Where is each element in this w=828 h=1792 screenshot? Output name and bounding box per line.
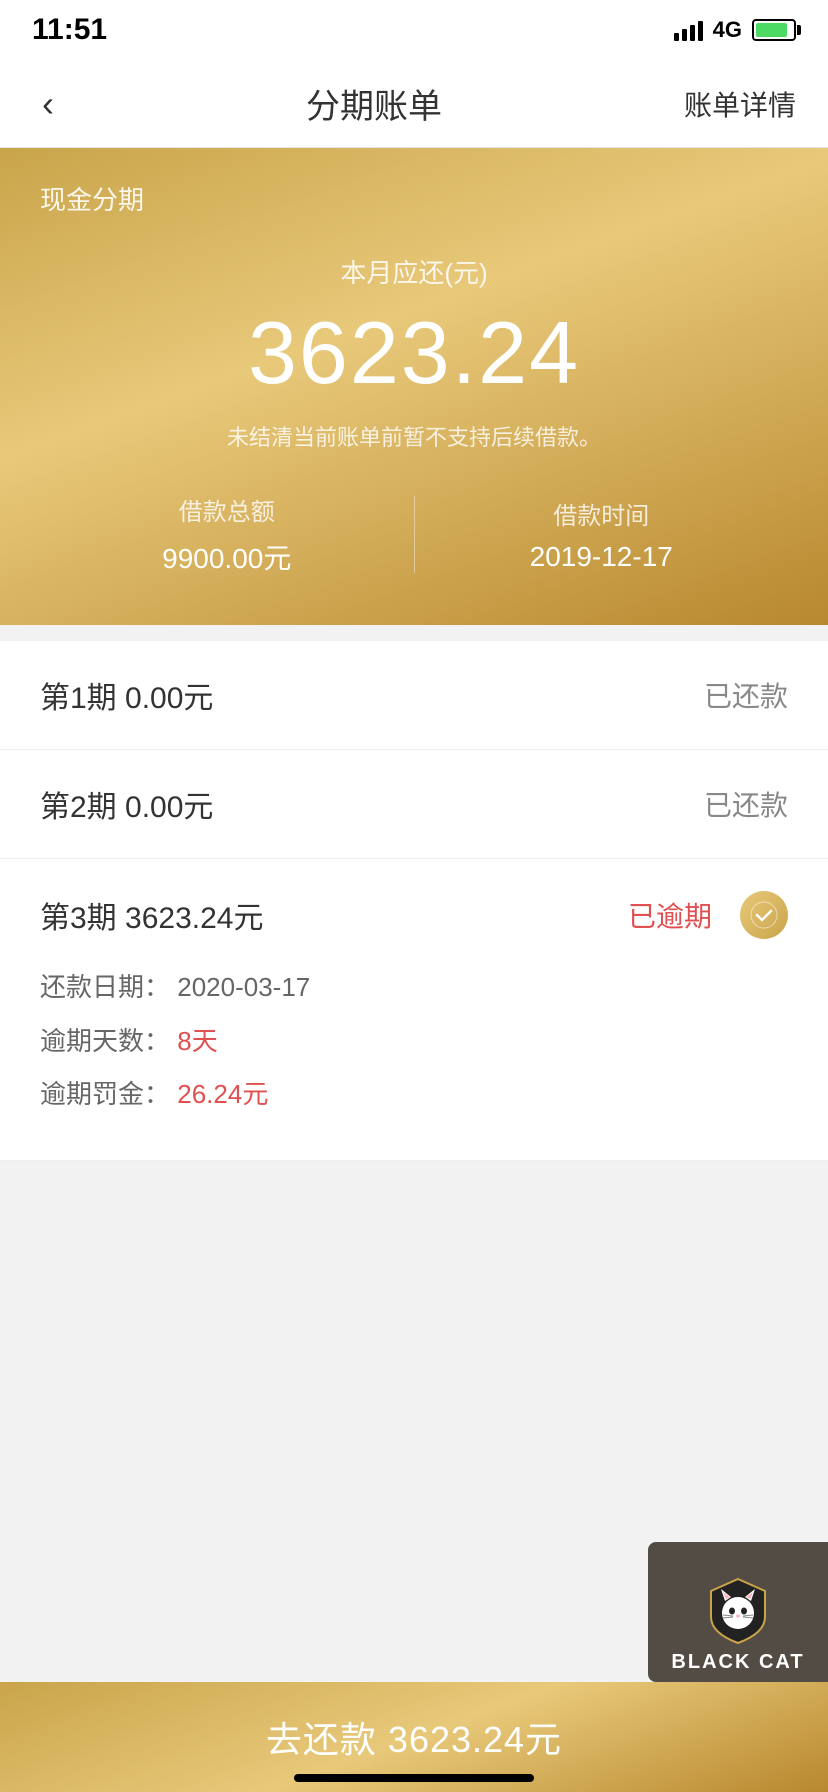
installment-item-1-row: 第1期 0.00元 已还款 (40, 673, 788, 717)
signal-icon (674, 19, 703, 41)
installment-item-3-label: 第3期 3623.24元 (40, 893, 263, 937)
installment-item-1-label: 第1期 0.00元 (40, 673, 213, 717)
hero-loan-date: 借款时间 2019-12-17 (414, 496, 789, 573)
status-icons: 4G (674, 17, 796, 43)
detail-link[interactable]: 账单详情 (684, 84, 796, 124)
repay-date-row: 还款日期： 2020-03-17 (40, 967, 788, 1009)
installment-item-3[interactable]: 第3期 3623.24元 已逾期 还款日期： 2020-03-17 (0, 859, 828, 1161)
black-cat-text: BLACK CAT (671, 1651, 804, 1674)
installment-item-1-status: 已还款 (704, 675, 788, 715)
back-button[interactable]: ‹ (32, 73, 64, 135)
repay-date-label: 还款日期： (40, 972, 170, 1002)
content-area: 现金分期 本月应还(元) 3623.24 未结清当前账单前暂不支持后续借款。 借… (0, 148, 828, 1571)
hero-amount: 3623.24 (40, 302, 788, 404)
installment-item-2-row: 第2期 0.00元 已还款 (40, 782, 788, 826)
hero-loan-total: 借款总额 9900.00元 (40, 492, 414, 577)
page-title: 分期账单 (306, 79, 442, 128)
overdue-days-row: 逾期天数： 8天 (40, 1021, 788, 1063)
hero-notice: 未结清当前账单前暂不支持后续借款。 (40, 420, 788, 452)
battery-icon (752, 19, 796, 41)
network-label: 4G (713, 17, 742, 43)
hero-info-row: 借款总额 9900.00元 借款时间 2019-12-17 (40, 492, 788, 577)
installment-item-2-label: 第2期 0.00元 (40, 782, 213, 826)
installment-item-3-row: 第3期 3623.24元 已逾期 (40, 891, 788, 939)
black-cat-icon (703, 1575, 773, 1645)
repay-date-value: 2020-03-17 (177, 972, 310, 1002)
status-time: 11:51 (32, 13, 107, 47)
installment-item-3-status: 已逾期 (628, 895, 712, 935)
overdue-fine-label: 逾期罚金： (40, 1079, 170, 1109)
payment-button-label[interactable]: 去还款 3623.24元 (266, 1711, 562, 1763)
installment-list: 第1期 0.00元 已还款 第2期 0.00元 已还款 第3期 3623.24元… (0, 641, 828, 1161)
overdue-days-label: 逾期天数： (40, 1026, 170, 1056)
installment-item-2[interactable]: 第2期 0.00元 已还款 (0, 750, 828, 859)
overdue-fine-row: 逾期罚金： 26.24元 (40, 1074, 788, 1116)
installment-item-3-details: 还款日期： 2020-03-17 逾期天数： 8天 逾期罚金： 26.24元 (40, 963, 788, 1116)
status-bar: 11:51 4G (0, 0, 828, 60)
hero-loan-date-value: 2019-12-17 (415, 541, 789, 573)
overdue-days-value: 8天 (177, 1026, 217, 1056)
home-indicator (294, 1774, 534, 1782)
nav-bar: ‹ 分期账单 账单详情 (0, 60, 828, 148)
hero-amount-label: 本月应还(元) (40, 253, 788, 290)
installment-item-1[interactable]: 第1期 0.00元 已还款 (0, 641, 828, 750)
overdue-fine-value: 26.24元 (177, 1079, 268, 1109)
hero-loan-total-value: 9900.00元 (40, 537, 414, 577)
hero-card: 现金分期 本月应还(元) 3623.24 未结清当前账单前暂不支持后续借款。 借… (0, 148, 828, 625)
installment-item-2-status: 已还款 (704, 784, 788, 824)
gray-fill-area (0, 1161, 828, 1461)
hero-section-label: 现金分期 (40, 180, 788, 217)
hero-loan-date-label: 借款时间 (415, 496, 789, 531)
hero-loan-total-label: 借款总额 (40, 492, 414, 527)
overdue-check-icon (740, 891, 788, 939)
black-cat-watermark: BLACK CAT (648, 1542, 828, 1682)
